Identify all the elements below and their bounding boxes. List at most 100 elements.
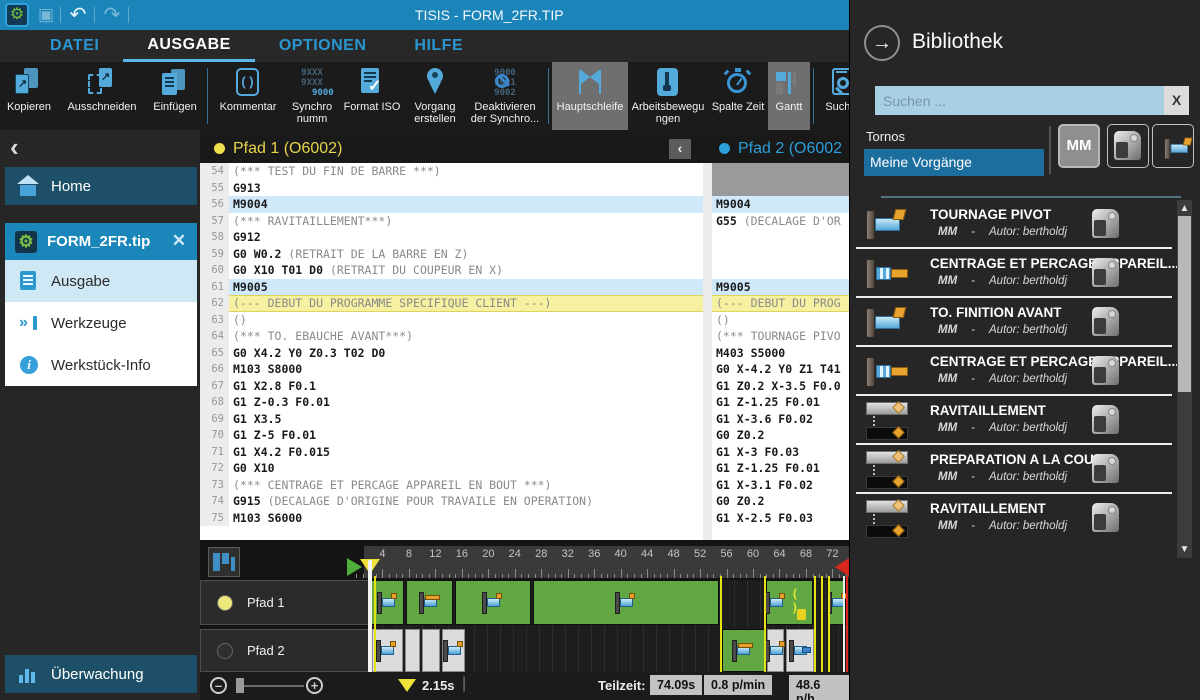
code-line[interactable]: 74G915 (DECALAGE D'ORIGINE POUR TRAVAILE… [200, 493, 703, 510]
code-line[interactable]: 55G913 [200, 180, 703, 197]
code-line[interactable]: 60G0 X10 T01 D0 (RETRAIT DU COUPEUR EN X… [200, 262, 703, 279]
code-line[interactable]: 54(*** TEST DU FIN DE BARRE ***) [200, 163, 703, 180]
gantt-segment[interactable] [405, 629, 420, 672]
gantt-segment[interactable] [422, 629, 440, 672]
code-line[interactable]: G1 X-3.6 F0.02 [712, 411, 849, 428]
sidebar-item-werkst-ck-info[interactable]: iWerkstück-Info [5, 344, 197, 386]
gantt-row-label-pfad-2[interactable]: Pfad 2 [200, 629, 370, 672]
code-line[interactable]: G1 Z-1.25 F0.01 [712, 460, 849, 477]
toolbar-button-format-iso[interactable]: ✓Format ISO [339, 62, 405, 130]
sidebar-item-ausgabe[interactable]: Ausgabe [5, 260, 197, 302]
code-line[interactable]: 62(--- DEBUT DU PROGRAMME SPECIFIQUE CLI… [200, 295, 703, 312]
toolbar-button-paste[interactable]: Einfügen [146, 62, 204, 130]
sidebar-item-home[interactable]: Home [5, 167, 197, 205]
gantt-segment[interactable] [371, 580, 404, 625]
toolbar-button-synchro-num[interactable]: 9XXX9XXX9000Synchro numm [285, 62, 339, 130]
menu-tab-datei[interactable]: DATEI [26, 30, 123, 62]
code-line[interactable]: M9005 [712, 279, 849, 296]
toolbar-button-gantt[interactable]: Gantt [768, 62, 810, 130]
code-line[interactable]: 73(*** CENTRAGE ET PERCAGE APPAREIL EN B… [200, 477, 703, 494]
code-line[interactable]: 57(*** RAVITAILLEMENT***) [200, 213, 703, 230]
back-chevron-icon[interactable]: ‹ [10, 134, 36, 162]
code-line[interactable]: G1 X-2.5 F0.03 [712, 510, 849, 527]
code-line[interactable]: 75M103 S6000 [200, 510, 703, 527]
redo-icon[interactable]: ↷ [100, 2, 124, 28]
gantt-segment[interactable] [372, 629, 403, 672]
save-icon[interactable]: ▣ [34, 2, 58, 28]
filter-machine-button[interactable] [1107, 124, 1149, 168]
code-line[interactable] [712, 262, 849, 279]
sidebar-item-ueberwachung[interactable]: Überwachung [5, 655, 197, 693]
code-line[interactable]: G0 X-4.2 Y0 Z1 T41 [712, 361, 849, 378]
menu-tab-ausgabe[interactable]: AUSGABE [123, 30, 255, 62]
sidebar-item-werkzeuge[interactable]: »Werkzeuge [5, 302, 197, 344]
toolbar-button-work-moves[interactable]: Arbeitsbewegu ngen [628, 62, 708, 130]
zoom-slider[interactable] [236, 685, 304, 687]
clear-search-button[interactable]: X [1164, 86, 1189, 115]
code-line[interactable]: M9004 [712, 196, 849, 213]
gantt-segment[interactable] [767, 629, 784, 672]
code-line[interactable]: 63() [200, 312, 703, 329]
code-line[interactable]: G1 X-3.1 F0.02 [712, 477, 849, 494]
gantt-row-label-pfad-1[interactable]: Pfad 1 [200, 580, 370, 625]
code-line[interactable]: (--- DEBUT DU PROG [712, 295, 849, 312]
gantt-segment[interactable]: ( ) [766, 580, 813, 625]
code-line[interactable]: 65G0 X4.2 Y0 Z0.3 T02 D0 [200, 345, 703, 362]
gantt-segment[interactable] [533, 580, 719, 625]
code-line[interactable] [712, 163, 849, 180]
filter-mm-button[interactable]: MM [1058, 124, 1100, 168]
code-line[interactable]: 59G0 W0.2 (RETRAIT DE LA BARRE EN Z) [200, 246, 703, 263]
file-tab-header[interactable]: ⚙ FORM_2FR.tip ✕ [5, 223, 197, 260]
toolbar-button-copy[interactable]: ↗Kopieren [0, 62, 58, 130]
code-line[interactable]: 71G1 X4.2 F0.015 [200, 444, 703, 461]
menu-tab-optionen[interactable]: OPTIONEN [255, 30, 391, 62]
code-line[interactable]: G0 Z0.2 [712, 427, 849, 444]
zoom-slider-thumb[interactable] [236, 678, 244, 693]
code-line[interactable]: 61M9005 [200, 279, 703, 296]
pfad2-code-area[interactable]: M9004G55 (DECALAGE D'OR M9005(--- DEBUT D… [703, 163, 849, 540]
close-file-icon[interactable]: ✕ [169, 231, 189, 251]
undo-icon[interactable]: ↶ [66, 2, 90, 28]
code-line[interactable] [712, 229, 849, 246]
scrollbar-thumb[interactable] [1178, 216, 1191, 392]
toolbar-button-pin[interactable]: Vorgang erstellen [405, 62, 465, 130]
library-item[interactable]: CENTRAGE ET PERCAGE APPAREIL...MM-Autor:… [856, 249, 1172, 298]
code-line[interactable]: M403 S5000 [712, 345, 849, 362]
code-line[interactable]: G1 X-3 F0.03 [712, 444, 849, 461]
code-line[interactable]: 69G1 X3.5 [200, 411, 703, 428]
code-line[interactable]: () [712, 312, 849, 329]
code-line[interactable]: 68G1 Z-0.3 F0.01 [200, 394, 703, 411]
zoom-in-icon[interactable]: + [306, 677, 323, 694]
gantt-segment[interactable] [406, 580, 453, 625]
code-line[interactable]: G0 Z0.2 [712, 493, 849, 510]
collapse-pane-button[interactable]: ‹ [669, 139, 691, 159]
gantt-segment[interactable] [455, 580, 530, 625]
code-line[interactable]: G1 Z0.2 X-3.5 F0.0 [712, 378, 849, 395]
code-line[interactable]: 66M103 S8000 [200, 361, 703, 378]
toolbar-button-flags[interactable]: Hauptschleife [552, 62, 628, 130]
library-item[interactable]: CENTRAGE ET PERCAGE APPAREIL...MM-Autor:… [856, 347, 1172, 396]
toolbar-button-cut[interactable]: ↗Ausschneiden [58, 62, 146, 130]
library-item[interactable]: RAVITAILLEMENTMM-Autor: bertholdj [856, 494, 1172, 543]
toolbar-button-stopwatch[interactable]: Spalte Zeit [708, 62, 768, 130]
pfad1-code-area[interactable]: 54(*** TEST DU FIN DE BARRE ***)55G91356… [200, 163, 703, 540]
library-item[interactable]: TO. FINITION AVANTMM-Autor: bertholdj [856, 298, 1172, 347]
library-item[interactable]: RAVITAILLEMENTMM-Autor: bertholdj [856, 396, 1172, 445]
toolbar-button-synchro-off[interactable]: 900090019002Deaktivieren der Synchro... [465, 62, 545, 130]
code-line[interactable]: G55 (DECALAGE D'OR [712, 213, 849, 230]
code-line[interactable] [712, 180, 849, 197]
code-line[interactable]: 56M9004 [200, 196, 703, 213]
toolbar-button-comment[interactable]: ( )Kommentar [211, 62, 285, 130]
filter-tool-button[interactable] [1152, 124, 1194, 168]
code-line[interactable]: 58G912 [200, 229, 703, 246]
code-line[interactable]: 70G1 Z-5 F0.01 [200, 427, 703, 444]
zoom-out-icon[interactable]: – [210, 677, 227, 694]
code-line[interactable] [712, 246, 849, 263]
gantt-segment[interactable] [442, 629, 465, 672]
code-line[interactable]: 64(*** TO. EBAUCHE AVANT***) [200, 328, 703, 345]
code-line[interactable]: (*** TOURNAGE PIVO [712, 328, 849, 345]
scroll-down-icon[interactable]: ▼ [1177, 544, 1192, 555]
code-line[interactable]: 67G1 X2.8 F0.1 [200, 378, 703, 395]
library-scrollbar[interactable]: ▲ ▼ [1177, 200, 1192, 558]
library-search-input[interactable] [875, 86, 1164, 115]
